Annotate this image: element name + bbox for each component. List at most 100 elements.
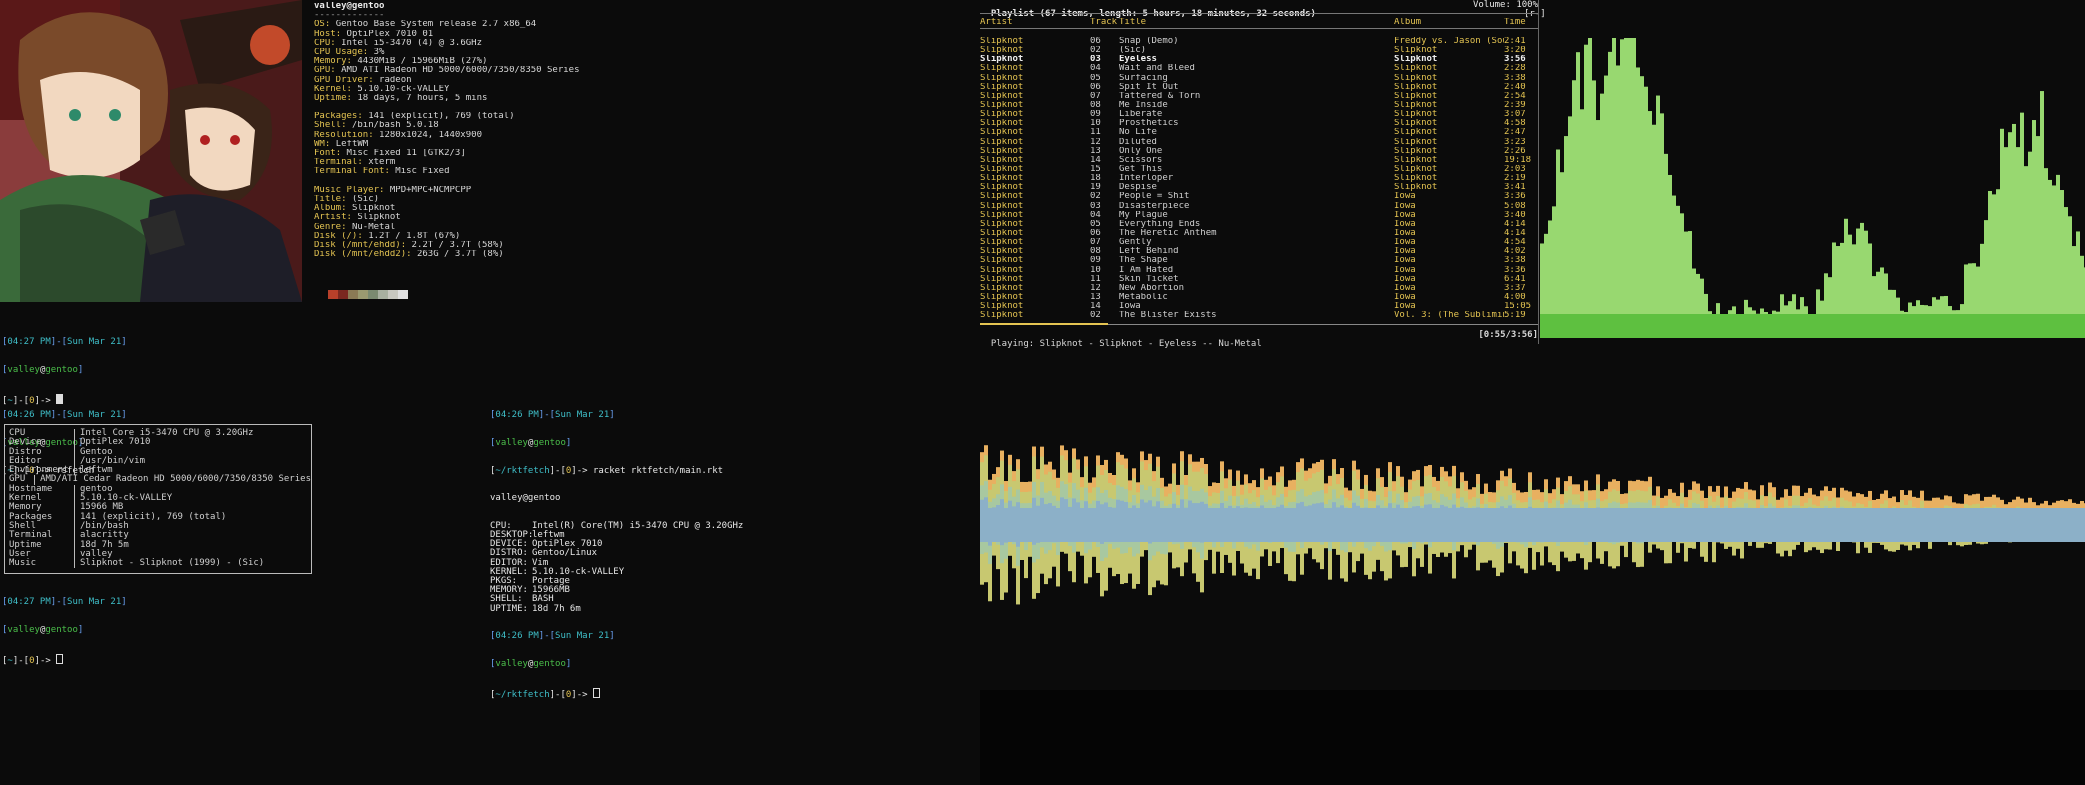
playlist-item[interactable]: Slipknot 11 No Life Slipknot 2:47 bbox=[980, 128, 1538, 137]
playlist-item[interactable]: Slipknot 07 Gently Iowa 4:54 bbox=[980, 238, 1538, 247]
neofetch-key: Packages bbox=[314, 112, 358, 122]
term3-cursor[interactable] bbox=[592, 687, 600, 698]
track-time: 4:02 bbox=[1504, 247, 1526, 257]
rktfetch-key: UPTIME: bbox=[490, 603, 528, 614]
track-artist: Slipknot bbox=[980, 219, 1024, 229]
playlist-item[interactable]: Slipknot 09 Liberate Slipknot 3:07 bbox=[980, 110, 1538, 119]
color-swatch bbox=[358, 290, 368, 299]
spectrum-bar bbox=[1612, 38, 1616, 338]
neofetch-row: Resolution: 1280x1024, 1440x900 bbox=[314, 131, 714, 140]
playlist-item[interactable]: Slipknot 04 Wait and Bleed Slipknot 2:28 bbox=[980, 64, 1538, 73]
playlist-item[interactable]: Slipknot 08 Left Behind Iowa 4:02 bbox=[980, 247, 1538, 256]
rsfetch-row: Device OptiPlex 7010 bbox=[5, 438, 311, 448]
track-artist: Slipknot bbox=[980, 128, 1024, 138]
neofetch-row: Disk (/mnt/ehdd2): 263G / 3.7T (8%) bbox=[314, 250, 714, 259]
track-number: 11 bbox=[1090, 128, 1101, 138]
neofetch-sep: : bbox=[330, 38, 342, 48]
track-album: Iowa bbox=[1394, 292, 1416, 302]
track-album: Slipknot bbox=[1394, 91, 1438, 101]
playlist-item[interactable]: Slipknot 11 Skin Ticket Iowa 6:41 bbox=[980, 275, 1538, 284]
playlist-item[interactable]: Slipknot 03 Disasterpiece Iowa 5:08 bbox=[980, 202, 1538, 211]
track-title: The Blister Exists bbox=[1119, 311, 1217, 321]
playlist-separator bbox=[980, 13, 1538, 15]
track-album: Iowa bbox=[1394, 247, 1416, 257]
track-album: Iowa bbox=[1394, 210, 1416, 220]
neofetch-row: GPU Driver: radeon bbox=[314, 76, 714, 85]
term3-header: valley@gentoo bbox=[490, 493, 561, 504]
spectrum-bar bbox=[1656, 95, 1660, 338]
rktfetch-row: MEMORY: 15966MB bbox=[490, 586, 723, 595]
term3-after-host: gentoo bbox=[533, 658, 566, 669]
playlist-item[interactable]: Slipknot 03 Eyeless Slipknot 3:56 bbox=[980, 55, 1538, 64]
playlist-item[interactable]: Slipknot 06 Snap (Demo) Freddy vs. Jason (S… bbox=[980, 37, 1538, 46]
playlist-item[interactable]: Slipknot 06 Spit It Out Slipknot 2:40 bbox=[980, 83, 1538, 92]
playlist-item[interactable]: Slipknot 02 People = Shit Iowa 3:36 bbox=[980, 192, 1538, 201]
track-artist: Slipknot bbox=[980, 228, 1024, 238]
rsfetch-row: Uptime 18d 7h 5m bbox=[5, 540, 311, 550]
track-title: Interloper bbox=[1119, 174, 1174, 184]
track-album: Iowa bbox=[1394, 302, 1416, 312]
track-time: 3:38 bbox=[1504, 73, 1526, 83]
track-artist: Slipknot bbox=[980, 183, 1024, 193]
term2-cursor[interactable] bbox=[56, 653, 64, 664]
neofetch-key: Artist bbox=[314, 213, 347, 223]
track-title: Skin Ticket bbox=[1119, 274, 1179, 284]
neofetch-value: 4430MiB / 15966MiB (27%) bbox=[357, 57, 488, 67]
neofetch-row: Shell: /bin/bash 5.0.18 bbox=[314, 121, 714, 130]
track-artist: Slipknot bbox=[980, 174, 1024, 184]
playlist-item[interactable]: Slipknot 14 Iowa Iowa 15:05 bbox=[980, 302, 1538, 311]
col-time[interactable]: Time bbox=[1504, 18, 1538, 27]
playlist-item[interactable]: Slipknot 12 New Abortion Iowa 3:37 bbox=[980, 284, 1538, 293]
track-number: 02 bbox=[1090, 192, 1101, 202]
neofetch-value: 3% bbox=[373, 47, 385, 57]
col-album[interactable]: Album bbox=[1394, 18, 1504, 27]
playlist-item[interactable]: Slipknot 08 Me Inside Slipknot 2:39 bbox=[980, 101, 1538, 110]
neofetch-key: CPU Usage bbox=[314, 47, 363, 57]
playlist-item[interactable]: Slipknot 15 Get This Slipknot 2:03 bbox=[980, 165, 1538, 174]
track-album: Iowa bbox=[1394, 283, 1416, 293]
playlist-item[interactable]: Slipknot 06 The Heretic Anthem Iowa 4:14 bbox=[980, 229, 1538, 238]
neofetch-row: OS: Gentoo Base System release 2.7 x86_6… bbox=[314, 20, 714, 29]
track-number: 09 bbox=[1090, 110, 1101, 120]
playlist-item[interactable]: Slipknot 02 The Blister Exists Vol. 3: (The… bbox=[980, 311, 1538, 320]
spectrum-visualizer bbox=[1540, 38, 2085, 339]
rsfetch-key: Music bbox=[5, 558, 75, 569]
playlist-item[interactable]: Slipknot 12 Diluted Slipknot 3:23 bbox=[980, 138, 1538, 147]
playlist-item[interactable]: Slipknot 14 Scissors Slipknot 19:18 bbox=[980, 156, 1538, 165]
playlist-item[interactable]: Slipknot 04 My Plague Iowa 3:40 bbox=[980, 211, 1538, 220]
term2-date: Sun Mar 21 bbox=[67, 410, 122, 421]
neofetch-key: Title bbox=[314, 194, 342, 204]
color-swatches bbox=[328, 290, 408, 299]
playlist-item[interactable]: Slipknot 13 Metabolic Iowa 4:00 bbox=[980, 293, 1538, 302]
term2-time: 04:26 PM bbox=[7, 410, 51, 421]
wave-visualizer bbox=[980, 445, 2085, 605]
track-time: 3:36 bbox=[1504, 192, 1526, 202]
playlist-item[interactable]: Slipknot 13 Only One Slipknot 2:26 bbox=[980, 147, 1538, 156]
col-track[interactable]: Track bbox=[1090, 18, 1120, 27]
neofetch-sep: : bbox=[362, 47, 374, 57]
track-number: 11 bbox=[1090, 274, 1101, 284]
playlist-item[interactable]: Slipknot 10 I Am Hated Iowa 3:36 bbox=[980, 266, 1538, 275]
track-time: 19:18 bbox=[1504, 155, 1532, 165]
playlist-item[interactable]: Slipknot 05 Everything Ends Iowa 4:14 bbox=[980, 220, 1538, 229]
playlist-item[interactable]: Slipknot 09 The Shape Iowa 3:38 bbox=[980, 256, 1538, 265]
track-album: Iowa bbox=[1394, 265, 1416, 275]
playlist-item[interactable]: Slipknot 05 Surfacing Slipknot 3:38 bbox=[980, 74, 1538, 83]
neofetch-key: Terminal Font bbox=[314, 167, 385, 177]
playlist-item[interactable]: Slipknot 19 Despise Slipknot 3:41 bbox=[980, 183, 1538, 192]
spectrum-bar bbox=[2028, 151, 2032, 338]
color-swatch bbox=[378, 290, 388, 299]
playlist-item[interactable]: Slipknot 10 Prosthetics Slipknot 4:58 bbox=[980, 119, 1538, 128]
neofetch-row: CPU Usage: 3% bbox=[314, 48, 714, 57]
neofetch-key: Disk (/mnt/ehdd2) bbox=[314, 250, 407, 260]
col-artist[interactable]: Artist bbox=[980, 18, 1080, 27]
playlist-item[interactable]: Slipknot 02 (Sic) Slipknot 3:20 bbox=[980, 46, 1538, 55]
track-number: 10 bbox=[1090, 265, 1101, 275]
term2-after-time: 04:27 PM bbox=[7, 597, 51, 608]
track-time: 4:58 bbox=[1504, 119, 1526, 129]
col-title[interactable]: Title bbox=[1119, 18, 1394, 27]
term3-time: 04:26 PM bbox=[495, 410, 539, 421]
spectrum-bar bbox=[1620, 39, 1624, 338]
playlist-item[interactable]: Slipknot 18 Interloper Slipknot 2:19 bbox=[980, 174, 1538, 183]
playlist-item[interactable]: Slipknot 07 Tattered & Torn Slipknot 2:54 bbox=[980, 92, 1538, 101]
